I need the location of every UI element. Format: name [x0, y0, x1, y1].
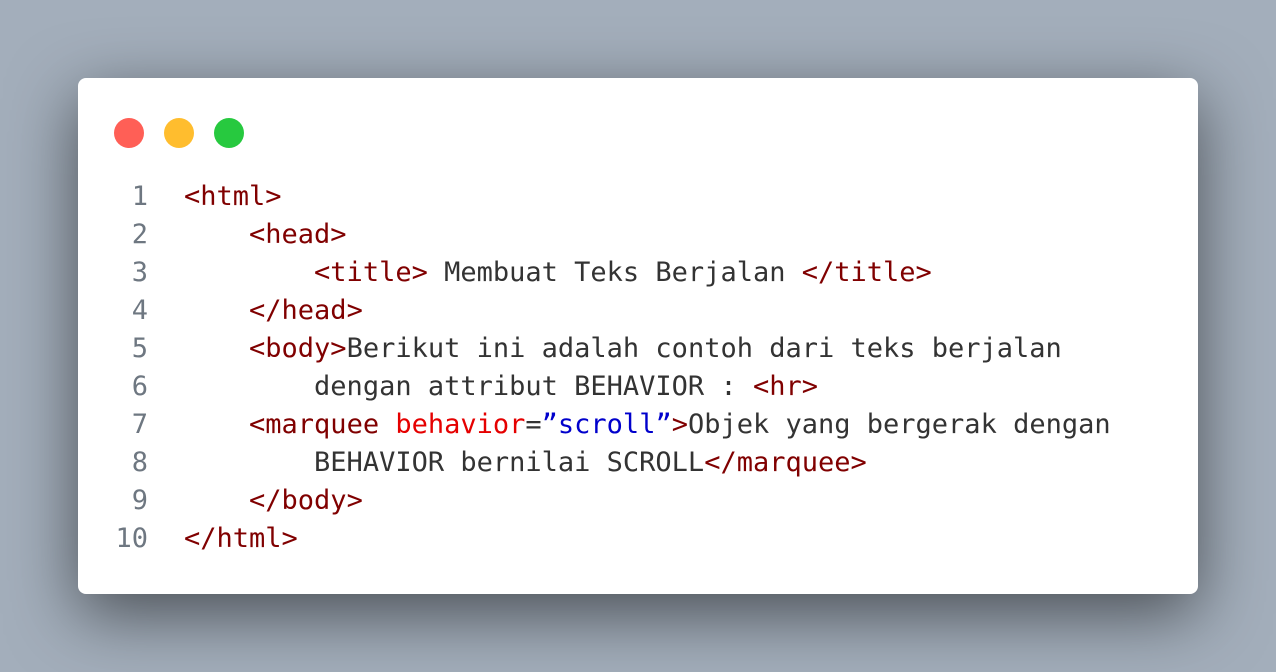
code-token-tag: <title> — [314, 257, 428, 288]
code-token-txt: Berikut ini adalah contoh dari teks berj… — [346, 333, 1062, 364]
code-token-txt: dengan attribut BEHAVIOR : — [314, 371, 753, 402]
code-token-txt: Objek yang bergerak dengan — [687, 409, 1111, 440]
code-content: </html> — [184, 520, 298, 558]
line-number: 4 — [131, 295, 148, 326]
code-line: 2 <head> — [78, 216, 1198, 254]
code-content: </body> — [184, 482, 363, 520]
code-token-attr: behavior — [395, 409, 526, 440]
minimize-dot-icon[interactable] — [164, 118, 194, 148]
code-token-tag: </marquee> — [704, 447, 867, 478]
code-token-tag: </title> — [801, 257, 932, 288]
code-window: 1 <html> 2 <head> 3 <title> Membuat Teks Be… — [78, 78, 1198, 594]
code-content: <body>Berikut ini adalah contoh dari tek… — [184, 330, 1062, 368]
code-line: 10 </html> — [78, 520, 1198, 558]
code-content: </head> — [184, 292, 363, 330]
code-token-tag: > — [671, 409, 688, 440]
maximize-dot-icon[interactable] — [214, 118, 244, 148]
code-token-tag: <body> — [249, 333, 347, 364]
code-line: 6 dengan attribut BEHAVIOR : <hr> — [78, 368, 1198, 406]
code-content: <html> — [184, 178, 282, 216]
line-number: 3 — [131, 257, 148, 288]
code-token-tag: </head> — [249, 295, 363, 326]
code-line: 8 BEHAVIOR bernilai SCROLL</marquee> — [78, 444, 1198, 482]
code-content: <title> Membuat Teks Berjalan </title> — [184, 254, 932, 292]
line-number: 6 — [131, 371, 148, 402]
line-number: 1 — [131, 181, 148, 212]
code-content: BEHAVIOR bernilai SCROLL</marquee> — [184, 444, 867, 482]
code-token-tag: </body> — [249, 485, 363, 516]
code-line: 7 <marquee behavior=”scroll”>Objek yang … — [78, 406, 1198, 444]
code-token-tag: </html> — [184, 523, 298, 554]
code-token-tag: <hr> — [752, 371, 818, 402]
code-line: 5 <body>Berikut ini adalah contoh dari t… — [78, 330, 1198, 368]
code-token-txt: Membuat Teks Berjalan — [427, 257, 802, 288]
code-content: dengan attribut BEHAVIOR : <hr> — [184, 368, 818, 406]
code-token-txt: BEHAVIOR bernilai SCROLL — [314, 447, 705, 478]
close-dot-icon[interactable] — [114, 118, 144, 148]
line-number: 7 — [131, 409, 148, 440]
code-line: 1 <html> — [78, 178, 1198, 216]
code-content: <marquee behavior=”scroll”>Objek yang be… — [184, 406, 1111, 444]
line-number: 10 — [115, 523, 148, 554]
code-token-punc: = — [525, 409, 542, 440]
code-line: 4 </head> — [78, 292, 1198, 330]
code-line: 9 </body> — [78, 482, 1198, 520]
code-token-str: ”scroll” — [541, 409, 672, 440]
code-token-tag: <head> — [249, 219, 347, 250]
line-number: 2 — [131, 219, 148, 250]
code-token-tag: <marquee — [249, 409, 396, 440]
line-number: 5 — [131, 333, 148, 364]
code-line: 3 <title> Membuat Teks Berjalan </title> — [78, 254, 1198, 292]
code-token-tag: <html> — [184, 181, 282, 212]
line-number: 9 — [131, 485, 148, 516]
code-block: 1 <html> 2 <head> 3 <title> Membuat Teks Be… — [78, 178, 1198, 558]
line-number: 8 — [131, 447, 148, 478]
code-content: <head> — [184, 216, 347, 254]
